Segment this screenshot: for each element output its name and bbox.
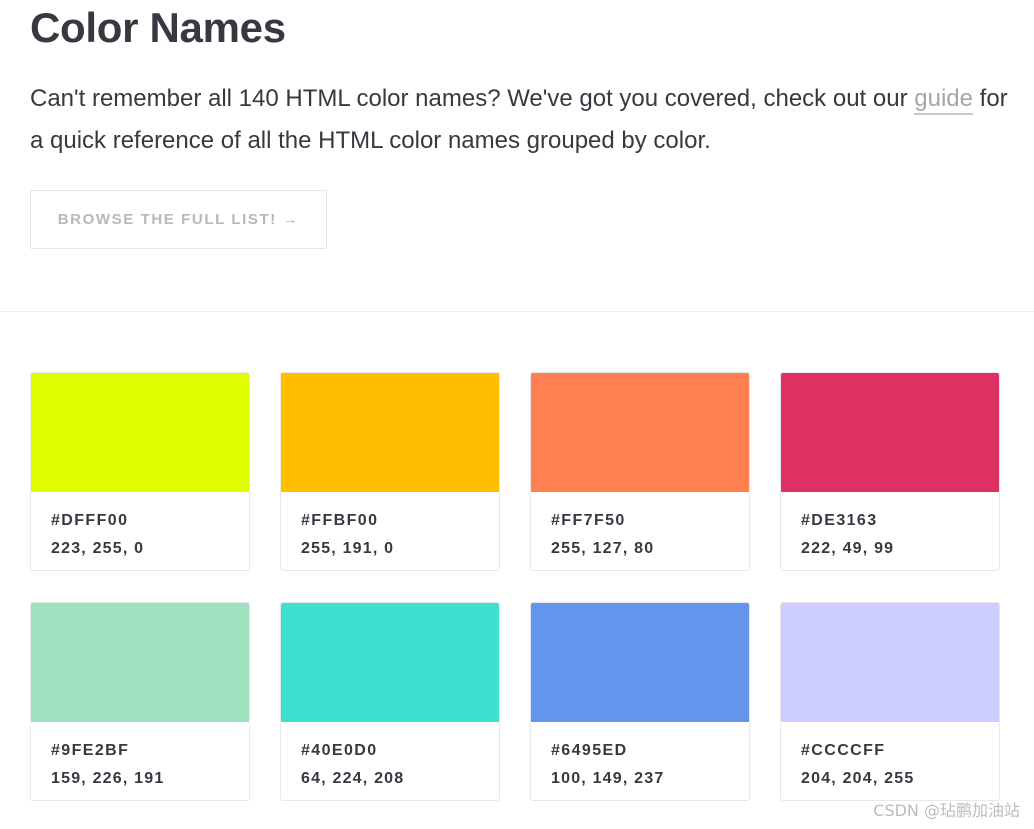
description-text-start: Can't remember all 140 HTML color names?… [30,85,915,112]
page-description: Can't remember all 140 HTML color names?… [30,78,1010,162]
color-swatch [31,603,249,722]
color-hex: #DE3163 [801,512,878,529]
color-card[interactable]: #FFBF00 255, 191, 0 [280,372,500,571]
color-card[interactable]: #9FE2BF 159, 226, 191 [30,602,250,801]
color-info: #FFBF00 255, 191, 0 [281,492,499,558]
color-hex: #FF7F50 [551,512,626,529]
color-info: #FF7F50 255, 127, 80 [531,492,749,558]
color-info: #40E0D0 64, 224, 208 [281,722,499,788]
color-hex: #FFBF00 [301,512,379,529]
color-card[interactable]: #DFFF00 223, 255, 0 [30,372,250,571]
color-card[interactable]: #6495ED 100, 149, 237 [530,602,750,801]
color-info: #6495ED 100, 149, 237 [531,722,749,788]
color-swatch [31,373,249,492]
color-rgb: 222, 49, 99 [801,540,895,557]
color-hex: #6495ED [551,742,628,759]
color-swatch [781,603,999,722]
guide-link[interactable]: guide [914,85,973,115]
watermark: CSDN @玷鹏加油站 [873,801,1020,820]
color-hex: #CCCCFF [801,742,886,759]
color-rgb: 204, 204, 255 [801,770,915,787]
color-info: #9FE2BF 159, 226, 191 [31,722,249,788]
color-swatch [281,373,499,492]
color-card[interactable]: #FF7F50 255, 127, 80 [530,372,750,571]
color-info: #DE3163 222, 49, 99 [781,492,999,558]
color-swatch [531,603,749,722]
color-hex: #40E0D0 [301,742,378,759]
color-rgb: 100, 149, 237 [551,770,665,787]
color-hex: #9FE2BF [51,742,130,759]
color-card[interactable]: #CCCCFF 204, 204, 255 [780,602,1000,801]
color-card[interactable]: #DE3163 222, 49, 99 [780,372,1000,571]
color-rgb: 159, 226, 191 [51,770,165,787]
color-card[interactable]: #40E0D0 64, 224, 208 [280,602,500,801]
color-rgb: 64, 224, 208 [301,770,405,787]
color-swatch [781,373,999,492]
color-rgb: 255, 127, 80 [551,540,655,557]
color-swatch [281,603,499,722]
color-info: #CCCCFF 204, 204, 255 [781,722,999,788]
color-rgb: 223, 255, 0 [51,540,145,557]
color-grid: #DFFF00 223, 255, 0 #FFBF00 255, 191, 0 … [30,372,1002,801]
section-divider [0,311,1034,312]
color-rgb: 255, 191, 0 [301,540,395,557]
color-swatch [531,373,749,492]
color-hex: #DFFF00 [51,512,129,529]
browse-full-list-button[interactable]: BROWSE THE FULL LIST! → [30,190,327,249]
page-title: Color Names [30,4,286,51]
color-info: #DFFF00 223, 255, 0 [31,492,249,558]
